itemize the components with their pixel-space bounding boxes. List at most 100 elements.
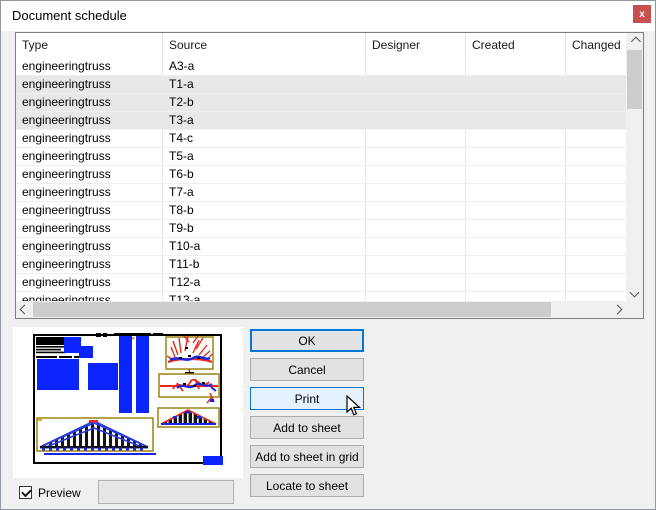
horizontal-scroll-thumb[interactable] bbox=[33, 302, 551, 317]
table-row[interactable]: engineeringtruss T5-a bbox=[16, 148, 626, 166]
table-row[interactable]: engineeringtruss T10-a bbox=[16, 238, 626, 256]
cancel-button[interactable]: Cancel bbox=[250, 358, 364, 381]
cell-created bbox=[465, 274, 565, 291]
add-to-sheet-in-grid-button[interactable]: Add to sheet in grid bbox=[250, 445, 364, 468]
ok-button[interactable]: OK bbox=[250, 329, 364, 352]
cell-designer bbox=[365, 58, 465, 75]
document-schedule-dialog: Document schedule x Type Source Designer… bbox=[0, 0, 656, 510]
table-row[interactable]: engineeringtruss T1-a bbox=[16, 76, 626, 94]
cell-source: T4-c bbox=[162, 130, 365, 147]
table-row[interactable]: engineeringtruss T11-b bbox=[16, 256, 626, 274]
locate-to-sheet-button[interactable]: Locate to sheet bbox=[250, 474, 364, 497]
cell-type: engineeringtruss bbox=[16, 58, 162, 75]
cell-designer bbox=[365, 256, 465, 273]
cell-designer bbox=[365, 220, 465, 237]
vertical-scrollbar[interactable] bbox=[626, 33, 643, 301]
table-row[interactable]: engineeringtruss T12-a bbox=[16, 274, 626, 292]
cell-changed bbox=[565, 148, 626, 165]
filename-input[interactable] bbox=[98, 480, 234, 504]
cell-source: T12-a bbox=[162, 274, 365, 291]
cell-type: engineeringtruss bbox=[16, 130, 162, 147]
cell-source: T11-b bbox=[162, 256, 365, 273]
cell-changed bbox=[565, 184, 626, 201]
cell-created bbox=[465, 256, 565, 273]
checkmark-icon bbox=[21, 487, 32, 498]
cell-changed bbox=[565, 166, 626, 183]
cell-source: T9-b bbox=[162, 220, 365, 237]
close-button[interactable]: x bbox=[633, 5, 651, 23]
cell-designer bbox=[365, 94, 465, 111]
cell-changed bbox=[565, 58, 626, 75]
cell-changed bbox=[565, 112, 626, 129]
column-header-type[interactable]: Type bbox=[16, 33, 162, 58]
table-row[interactable]: engineeringtruss A3-a bbox=[16, 58, 626, 76]
column-header-created[interactable]: Created bbox=[465, 33, 565, 58]
cell-type: engineeringtruss bbox=[16, 184, 162, 201]
cell-source: T2-b bbox=[162, 94, 365, 111]
cell-designer bbox=[365, 274, 465, 291]
cell-created bbox=[465, 94, 565, 111]
add-to-sheet-button[interactable]: Add to sheet bbox=[250, 416, 364, 439]
scroll-left-button[interactable] bbox=[16, 301, 33, 318]
scroll-up-button[interactable] bbox=[626, 33, 643, 50]
cell-changed bbox=[565, 94, 626, 111]
chevron-up-icon bbox=[631, 37, 641, 47]
table-row[interactable]: engineeringtruss T9-b bbox=[16, 220, 626, 238]
table-row[interactable]: engineeringtruss T4-c bbox=[16, 130, 626, 148]
chevron-left-icon bbox=[20, 305, 30, 315]
cell-changed bbox=[565, 274, 626, 291]
cell-created bbox=[465, 112, 565, 129]
cell-created bbox=[465, 202, 565, 219]
window-title: Document schedule bbox=[12, 8, 127, 23]
column-header-designer[interactable]: Designer bbox=[365, 33, 465, 58]
cell-changed bbox=[565, 220, 626, 237]
print-button[interactable]: Print bbox=[250, 387, 364, 410]
cell-created bbox=[465, 220, 565, 237]
preview-checkbox-label[interactable]: Preview bbox=[38, 486, 81, 500]
cell-type: engineeringtruss bbox=[16, 166, 162, 183]
cell-source: A3-a bbox=[162, 58, 365, 75]
cell-created bbox=[465, 148, 565, 165]
cell-created bbox=[465, 76, 565, 93]
cell-designer bbox=[365, 184, 465, 201]
cell-source: T5-a bbox=[162, 148, 365, 165]
table-row[interactable]: engineeringtruss T3-a bbox=[16, 112, 626, 130]
column-header-source[interactable]: Source bbox=[162, 33, 365, 58]
cell-created bbox=[465, 166, 565, 183]
preview-checkbox[interactable] bbox=[19, 486, 32, 499]
cell-type: engineeringtruss bbox=[16, 94, 162, 111]
table-row[interactable]: engineeringtruss T2-b bbox=[16, 94, 626, 112]
titlebar: Document schedule x bbox=[1, 1, 655, 31]
cell-created bbox=[465, 184, 565, 201]
cell-source: T1-a bbox=[162, 76, 365, 93]
close-icon: x bbox=[639, 9, 645, 20]
cell-type: engineeringtruss bbox=[16, 202, 162, 219]
table-row[interactable]: engineeringtruss T8-b bbox=[16, 202, 626, 220]
cell-type: engineeringtruss bbox=[16, 274, 162, 291]
cell-designer bbox=[365, 238, 465, 255]
preview-panel bbox=[13, 327, 243, 478]
document-table: Type Source Designer Created Changed eng… bbox=[15, 32, 644, 319]
column-header-changed[interactable]: Changed bbox=[565, 33, 626, 58]
cell-type: engineeringtruss bbox=[16, 220, 162, 237]
cell-created bbox=[465, 130, 565, 147]
table-row[interactable]: engineeringtruss T6-b bbox=[16, 166, 626, 184]
cell-designer bbox=[365, 202, 465, 219]
scroll-down-button[interactable] bbox=[626, 284, 643, 301]
scroll-right-button[interactable] bbox=[609, 301, 626, 318]
cell-created bbox=[465, 238, 565, 255]
horizontal-scrollbar[interactable] bbox=[16, 301, 626, 318]
cell-changed bbox=[565, 202, 626, 219]
cell-changed bbox=[565, 76, 626, 93]
cell-source: T8-b bbox=[162, 202, 365, 219]
scrollbar-corner bbox=[626, 301, 643, 318]
cell-type: engineeringtruss bbox=[16, 112, 162, 129]
cell-designer bbox=[365, 148, 465, 165]
chevron-down-icon bbox=[630, 288, 640, 298]
cell-type: engineeringtruss bbox=[16, 238, 162, 255]
cell-type: engineeringtruss bbox=[16, 76, 162, 93]
vertical-scroll-thumb[interactable] bbox=[627, 50, 642, 109]
cell-source: T6-b bbox=[162, 166, 365, 183]
cell-type: engineeringtruss bbox=[16, 148, 162, 165]
table-row[interactable]: engineeringtruss T7-a bbox=[16, 184, 626, 202]
